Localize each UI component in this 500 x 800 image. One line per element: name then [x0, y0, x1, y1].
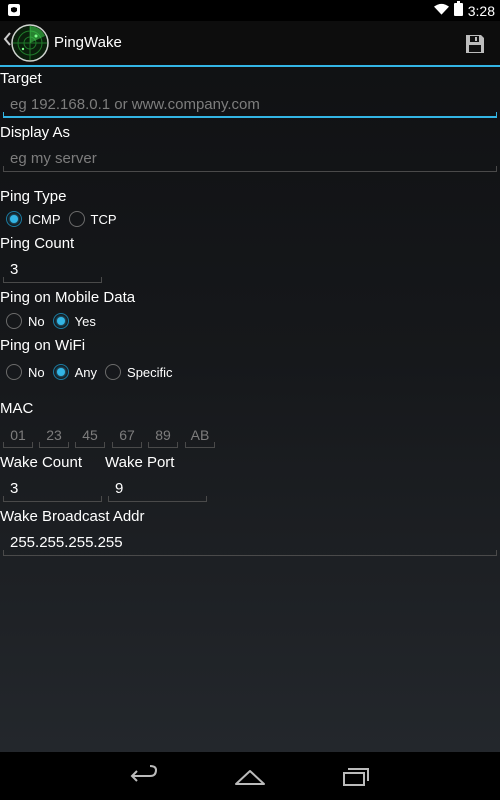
- target-input[interactable]: eg 192.168.0.1 or www.company.com: [3, 92, 497, 118]
- radar-app-icon[interactable]: [11, 24, 49, 62]
- notification-icon: [7, 3, 21, 22]
- mac-octet-1-input[interactable]: 01: [3, 424, 33, 448]
- mac-octet-3-input[interactable]: 45: [75, 424, 105, 448]
- mobile-data-group: No Yes: [6, 311, 104, 331]
- target-label: Target: [0, 70, 42, 87]
- display-as-input[interactable]: eg my server: [3, 146, 497, 172]
- wake-port-label: Wake Port: [105, 454, 175, 471]
- nav-recents-icon[interactable]: [340, 762, 372, 790]
- wifi-specific-label[interactable]: Specific: [127, 365, 173, 380]
- wifi-any-label[interactable]: Any: [75, 365, 97, 380]
- action-bar: PingWake: [0, 21, 500, 67]
- mobile-data-label: Ping on Mobile Data: [0, 289, 136, 306]
- wifi-any-radio[interactable]: [52, 364, 69, 380]
- wifi-group: No Any Specific: [6, 362, 181, 382]
- app-title: PingWake: [54, 34, 122, 51]
- wifi-icon: [433, 2, 449, 20]
- wake-count-input[interactable]: 3: [3, 476, 102, 502]
- broadcast-input[interactable]: 255.255.255.255: [3, 530, 497, 556]
- mobile-data-no-radio[interactable]: [6, 313, 22, 329]
- ping-type-icmp-label[interactable]: ICMP: [28, 212, 61, 227]
- nav-home-icon[interactable]: [234, 762, 266, 790]
- ping-type-group: ICMP TCP: [6, 209, 125, 229]
- ping-type-tcp-radio[interactable]: [68, 211, 85, 227]
- mac-octet-4-input[interactable]: 67: [112, 424, 142, 448]
- ping-type-tcp-label[interactable]: TCP: [91, 212, 117, 227]
- ping-type-label: Ping Type: [0, 188, 67, 205]
- save-icon[interactable]: [464, 33, 486, 55]
- ping-count-input[interactable]: 3: [3, 257, 102, 283]
- mobile-data-yes-label[interactable]: Yes: [75, 314, 96, 329]
- wifi-no-label[interactable]: No: [28, 365, 45, 380]
- battery-icon: [453, 0, 463, 21]
- broadcast-label: Wake Broadcast Addr: [0, 508, 145, 525]
- wake-port-input[interactable]: 9: [108, 476, 207, 502]
- clock-time: 3:28: [467, 2, 495, 19]
- wake-count-label: Wake Count: [0, 454, 82, 471]
- navigation-bar: [0, 752, 500, 800]
- wifi-specific-radio[interactable]: [105, 364, 122, 380]
- back-caret-icon[interactable]: [3, 32, 11, 51]
- mac-label: MAC: [0, 400, 34, 417]
- ping-type-icmp-radio[interactable]: [6, 211, 22, 227]
- nav-back-icon[interactable]: [128, 762, 160, 790]
- mobile-data-no-label[interactable]: No: [28, 314, 45, 329]
- wifi-no-radio[interactable]: [6, 364, 22, 380]
- display-as-label: Display As: [0, 124, 71, 141]
- ping-count-label: Ping Count: [0, 235, 75, 252]
- mac-octet-6-input[interactable]: AB: [185, 424, 215, 448]
- mobile-data-yes-radio[interactable]: [52, 313, 69, 329]
- wifi-label: Ping on WiFi: [0, 337, 86, 354]
- mac-octet-5-input[interactable]: 89: [148, 424, 178, 448]
- status-bar: 3:28: [0, 0, 500, 21]
- mac-octet-2-input[interactable]: 23: [39, 424, 69, 448]
